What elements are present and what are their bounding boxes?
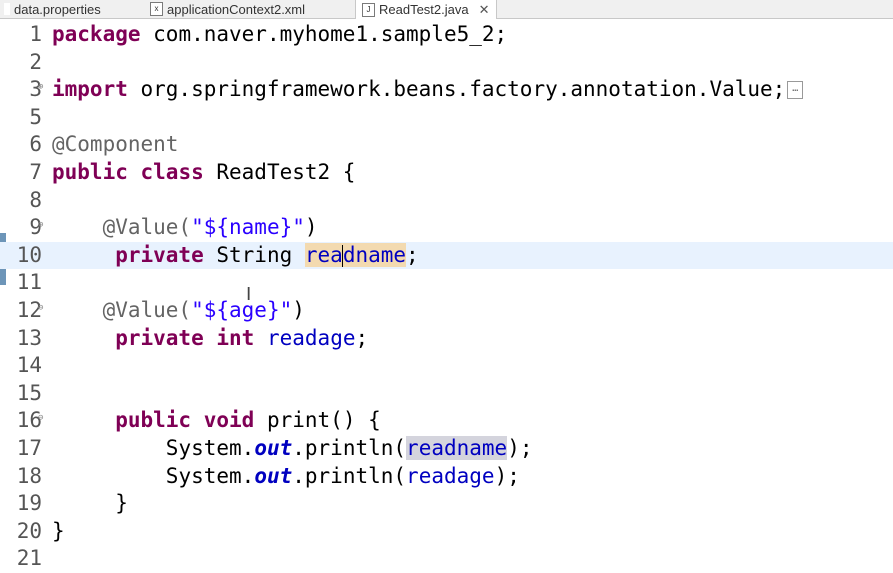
semicolon: ; (355, 325, 369, 350)
keyword: private (115, 325, 204, 350)
keyword: int (216, 325, 255, 350)
field-readage: readage (406, 463, 495, 488)
type-name: String (203, 242, 305, 267)
semicolon: ; (406, 242, 419, 267)
line-number: 19 (16, 491, 42, 516)
line-number: 8 (29, 187, 42, 212)
package-name: com.naver.myhome1.sample5_2; (140, 22, 508, 46)
line-number: 17 (16, 436, 42, 460)
call-end: ); (507, 436, 533, 460)
string-literal: "${age}" (191, 298, 293, 322)
method-signature: print() { (254, 408, 381, 433)
keyword: import (52, 77, 128, 102)
paren: ) (292, 298, 305, 322)
line-number: 1 (29, 22, 42, 46)
line-number: 13 (16, 325, 42, 350)
line-number: 20 (16, 518, 42, 543)
string-literal: "${name}" (191, 215, 305, 240)
keyword: package (52, 22, 141, 46)
code-line: 7 public class ReadTest2 { (0, 159, 893, 187)
code-line: 3 ⊕ import org.springframework.beans.fac… (0, 76, 893, 104)
code-line: 8 (0, 187, 893, 215)
line-number: 10 (16, 242, 42, 267)
tab-data-properties[interactable]: data.properties (4, 0, 101, 18)
code-line: 6 @Component (0, 131, 893, 159)
code-line: 13 private int readage; (0, 325, 893, 353)
collapse-fold-icon[interactable]: ⊖ (38, 212, 43, 240)
tab-readtest2-java[interactable]: J ReadTest2.java ✕ (355, 0, 497, 19)
tab-application-context[interactable]: x applicationContext2.xml (150, 0, 305, 18)
paren: ) (304, 215, 318, 240)
code-line: 9 ⊖ @Value("${name}") (0, 214, 893, 242)
tab-label: applicationContext2.xml (167, 1, 306, 17)
collapsed-imports-marker[interactable]: … (787, 81, 804, 100)
properties-file-icon (4, 3, 10, 15)
keyword: class (140, 160, 204, 184)
code-line: 1 package com.naver.myhome1.sample5_2; (0, 21, 893, 49)
code-line: 12 ⊖ @Value("${age}") (0, 297, 893, 325)
line-number: 5 (29, 104, 42, 129)
line-number: 14 (16, 353, 42, 378)
code-editor[interactable]: 1 package com.naver.myhome1.sample5_2; 2… (0, 19, 893, 573)
line-number: 11 (16, 270, 42, 295)
collapse-fold-icon[interactable]: ⊖ (38, 405, 43, 433)
system-class: System. (165, 463, 255, 488)
line-number: 18 (16, 463, 42, 488)
selected-occurrence-readname: readname (406, 436, 508, 460)
tab-label: data.properties (14, 1, 101, 17)
keyword: public (52, 160, 128, 184)
close-icon[interactable]: ✕ (479, 2, 490, 18)
keyword: void (203, 408, 255, 433)
line-number: 15 (16, 380, 42, 405)
annotation: @Value( (102, 298, 192, 322)
static-field-out: out (254, 463, 293, 488)
java-file-icon: J (362, 2, 375, 17)
xml-file-icon: x (150, 2, 163, 16)
static-field-out: out (254, 436, 293, 460)
expand-fold-icon[interactable]: ⊕ (38, 74, 43, 102)
code-line: 20 } (0, 518, 893, 546)
tab-label: ReadTest2.java (379, 2, 469, 17)
field-readage: readage (266, 325, 356, 350)
line-number: 7 (29, 160, 42, 184)
code-line: 19 } (0, 490, 893, 518)
annotation: @Value( (102, 215, 192, 240)
annotation: @Component (52, 132, 179, 157)
import-name: org.springframework.beans.factory.annota… (127, 77, 786, 102)
line-number: 6 (29, 132, 42, 157)
code-line: 18 System.out.println(readage); (0, 463, 893, 491)
code-line: 11 (0, 269, 893, 297)
brace: } (52, 518, 65, 543)
class-name: ReadTest2 { (203, 160, 356, 184)
code-line: 16 ⊖ public void print() { (0, 407, 893, 435)
collapse-fold-icon[interactable]: ⊖ (38, 295, 43, 323)
current-code-line: 10 private String readname; (0, 241, 893, 270)
system-class: System. (165, 436, 255, 460)
brace: } (115, 491, 128, 516)
code-line: 15 (0, 380, 893, 408)
line-number: 2 (29, 49, 42, 74)
keyword: private (115, 242, 204, 267)
code-line: 5 (0, 104, 893, 132)
method-call: .println( (292, 436, 407, 460)
code-line: 17 System.out.println(readname); (0, 435, 893, 463)
method-call: .println( (292, 463, 407, 488)
keyword: public (115, 408, 192, 433)
code-line: 14 (0, 352, 893, 380)
highlighted-field-readname: readname (304, 242, 407, 267)
editor-tab-bar: data.properties x applicationContext2.xm… (0, 0, 893, 19)
call-end: ); (494, 463, 520, 488)
mouse-ibeam-cursor-icon: I (246, 284, 252, 305)
code-line: 2 (0, 49, 893, 77)
code-line: 21 (0, 545, 893, 573)
line-number: 21 (16, 546, 42, 571)
